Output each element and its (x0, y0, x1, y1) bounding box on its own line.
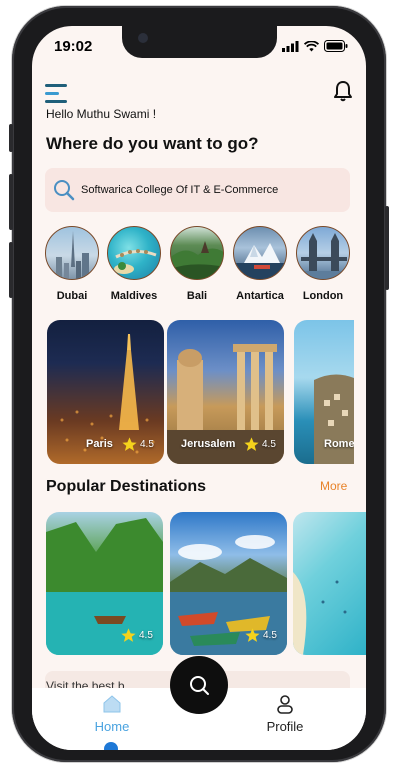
featured-card-jerusalem[interactable]: Jerusalem 4.5 (167, 320, 284, 464)
city-image (296, 226, 350, 280)
city-label: Maldives (110, 290, 158, 302)
star-icon (121, 628, 136, 642)
search-icon (54, 180, 75, 201)
card-title: Jerusalem (181, 438, 236, 450)
search-bar[interactable]: Softwarica College Of IT & E-Commerce (45, 168, 350, 212)
featured-card-paris[interactable]: Paris 4.5 (47, 320, 164, 464)
search-input[interactable]: Softwarica College Of IT & E-Commerce (81, 184, 278, 196)
card-title: Paris (86, 438, 113, 450)
menu-icon[interactable] (45, 84, 69, 104)
bell-icon[interactable] (334, 80, 352, 102)
city-item-dubai[interactable]: Dubai (45, 226, 99, 302)
city-item-antartica[interactable]: Antartica (233, 226, 287, 302)
star-icon (245, 628, 260, 642)
page-headline: Where do you want to go? (46, 134, 259, 153)
more-link[interactable]: More (320, 479, 347, 493)
featured-card-rome[interactable]: Rome (294, 320, 354, 464)
camera-icon (138, 33, 148, 43)
star-icon (244, 437, 259, 451)
mute-switch (9, 124, 13, 152)
notch (122, 26, 277, 58)
city-image (107, 226, 161, 280)
home-icon (103, 695, 121, 713)
popular-card-1[interactable]: 4.5 (46, 512, 163, 655)
city-label: Antartica (236, 290, 284, 302)
status-time: 19:02 (54, 38, 93, 55)
city-image (233, 226, 287, 280)
search-icon (190, 676, 209, 695)
search-fab-button[interactable] (170, 656, 228, 714)
tab-home-label: Home (94, 719, 130, 734)
city-image (45, 226, 99, 280)
power-button (385, 206, 389, 290)
app-screen: 19:02 Hello Muthu Swami ! Where do you w… (32, 26, 366, 750)
card-rating: 4.5 (263, 630, 277, 641)
greeting-text: Hello Muthu Swami ! (46, 107, 157, 121)
card-title: Rome (324, 438, 354, 450)
wifi-icon (304, 40, 319, 51)
volume-down-button (9, 242, 13, 298)
star-icon (122, 437, 137, 451)
volume-up-button (9, 174, 13, 230)
city-carousel: Dubai Maldives Bali Antartica London (45, 226, 366, 306)
city-label: Bali (186, 290, 208, 302)
city-image (170, 226, 224, 280)
city-label: Dubai (56, 290, 88, 302)
city-item-bali[interactable]: Bali (170, 226, 224, 302)
signal-icon (282, 40, 299, 52)
popular-card-3[interactable] (293, 512, 366, 655)
card-rating: 4.5 (139, 630, 153, 641)
status-icons (282, 40, 348, 52)
card-rating: 4.5 (140, 439, 154, 450)
city-item-maldives[interactable]: Maldives (107, 226, 161, 302)
card-image (293, 572, 347, 655)
tab-home[interactable]: Home (82, 694, 142, 734)
active-tab-indicator (104, 742, 118, 750)
city-item-london[interactable]: London (296, 226, 350, 302)
battery-icon (324, 40, 348, 52)
profile-icon (277, 695, 293, 714)
city-label: London (302, 290, 344, 302)
section-title: Popular Destinations (46, 478, 207, 495)
popular-card-2[interactable]: 4.5 (170, 512, 287, 655)
tab-profile[interactable]: Profile (255, 694, 315, 734)
tab-profile-label: Profile (266, 719, 304, 734)
card-rating: 4.5 (262, 439, 276, 450)
